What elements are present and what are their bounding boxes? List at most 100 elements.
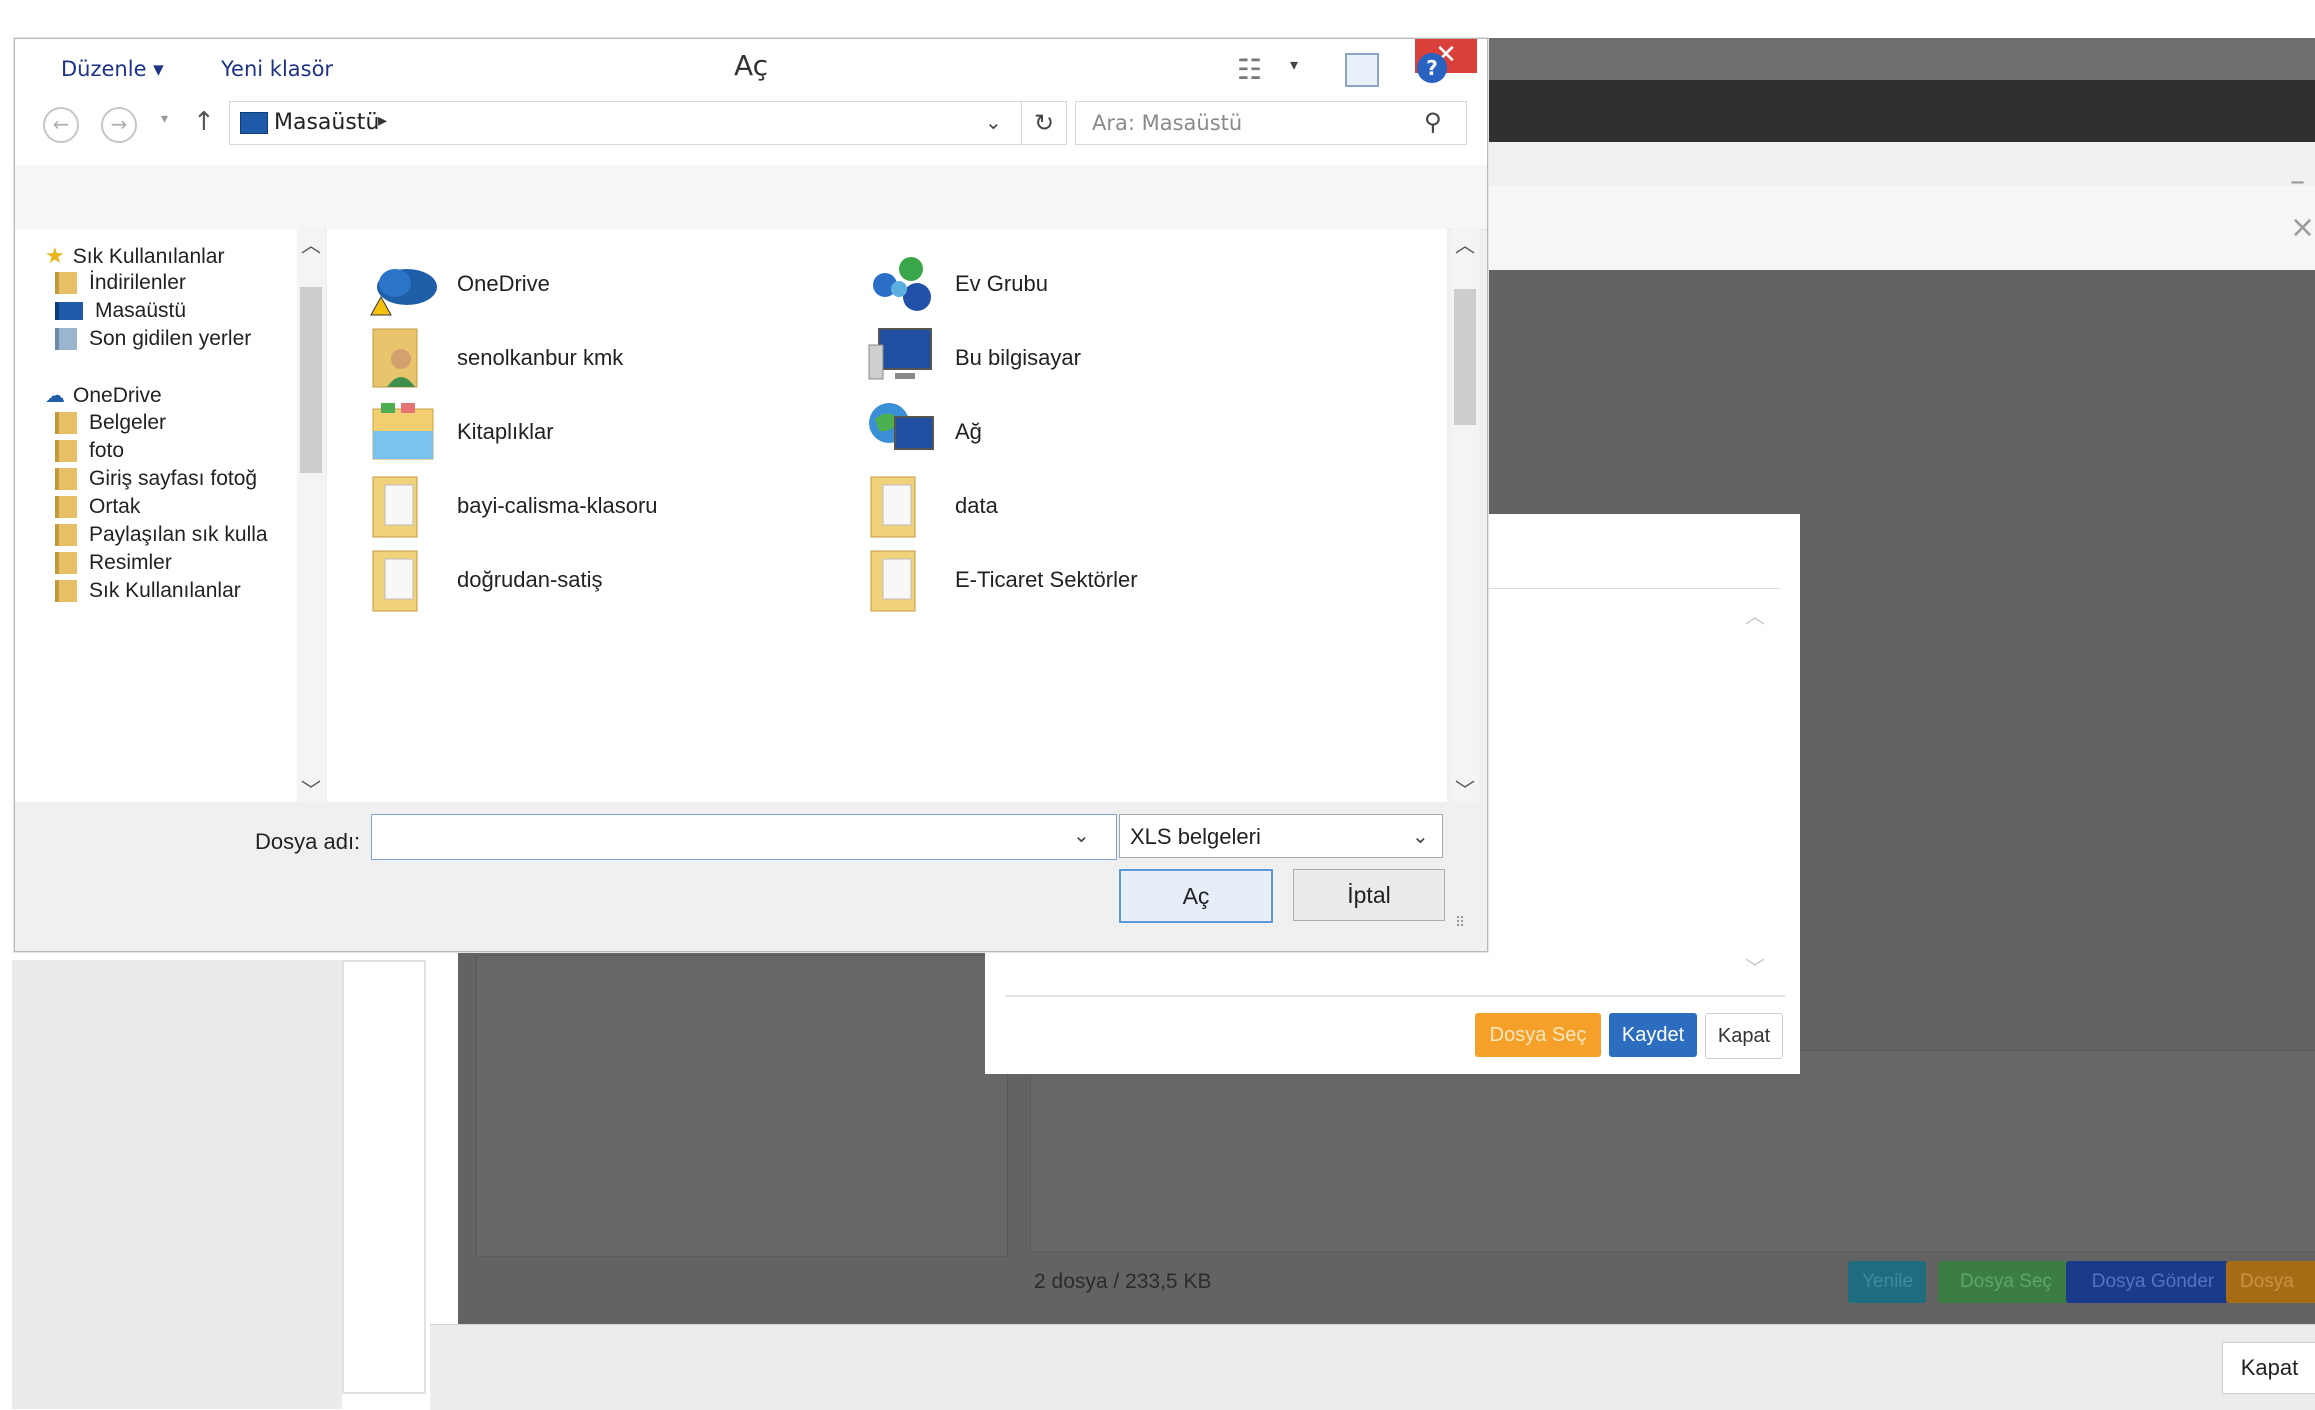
breadcrumb-chevron-icon[interactable]: ▸ bbox=[378, 110, 387, 131]
app-modal-header bbox=[1488, 142, 2315, 187]
nav-item-onedrive[interactable]: ☁ OneDrive bbox=[45, 383, 162, 408]
file-type-value: XLS belgeleri bbox=[1130, 824, 1261, 849]
back-arrow-icon[interactable]: ← bbox=[43, 107, 79, 143]
scroll-up-icon[interactable]: ︿ bbox=[301, 229, 321, 258]
nav-item-label: Son gidilen yerler bbox=[89, 327, 252, 350]
address-bar[interactable]: Masaüstü ▸ ⌄ bbox=[229, 101, 1023, 145]
search-icon[interactable]: ⚲ bbox=[1424, 108, 1442, 136]
onedrive-icon bbox=[370, 269, 437, 316]
change-view-icon[interactable]: ☷ bbox=[1237, 53, 1262, 86]
app-nav-bar bbox=[1488, 80, 2315, 142]
search-placeholder: Ara: Masaüstü bbox=[1092, 111, 1243, 135]
chevron-down-icon[interactable]: ⌄ bbox=[985, 110, 1002, 134]
file-item-folder[interactable]: doğrudan-satiş bbox=[367, 545, 807, 625]
file-item-user-folder[interactable]: senolkanbur kmk bbox=[367, 323, 807, 403]
resize-grip-icon[interactable]: ⠿ bbox=[1455, 915, 1465, 931]
network-icon bbox=[869, 403, 934, 450]
scroll-up-icon[interactable]: ︿ bbox=[1455, 229, 1475, 258]
nav-item-downloads[interactable]: İndirilenler bbox=[55, 271, 186, 295]
preview-pane-icon[interactable] bbox=[1345, 53, 1379, 87]
nav-item-folder[interactable]: foto bbox=[55, 439, 124, 463]
folder-icon bbox=[55, 496, 77, 519]
scroll-down-icon[interactable]: ﹀ bbox=[1745, 952, 1765, 981]
file-item-folder[interactable]: data bbox=[865, 471, 1305, 551]
folder-icon bbox=[55, 552, 77, 575]
desktop-icon bbox=[55, 302, 83, 321]
choose-file-button[interactable]: Dosya Seç bbox=[1475, 1013, 1601, 1057]
file-item-label: Kitaplıklar bbox=[457, 419, 554, 444]
new-folder-button[interactable]: Yeni klasör bbox=[221, 57, 333, 81]
nav-item-folder[interactable]: Sık Kullanılanlar bbox=[55, 579, 241, 603]
app-top-bar bbox=[1488, 38, 2315, 80]
open-button[interactable]: Aç bbox=[1119, 869, 1273, 923]
file-type-select[interactable]: XLS belgeleri ⌄ bbox=[1119, 814, 1443, 858]
nav-item-label: Paylaşılan sık kulla bbox=[89, 523, 268, 546]
folder-icon bbox=[55, 412, 77, 435]
view-options-dropdown-icon[interactable]: ▾ bbox=[1290, 55, 1298, 74]
recent-places-icon bbox=[55, 328, 77, 351]
file-item-network[interactable]: Ağ bbox=[865, 397, 1305, 477]
scroll-down-icon[interactable]: ﹀ bbox=[1455, 774, 1475, 803]
folder-icon bbox=[55, 580, 77, 603]
desktop-icon bbox=[240, 112, 268, 134]
file-item-folder[interactable]: bayi-calisma-klasoru bbox=[367, 471, 807, 551]
send-file-button[interactable]: Dosya Gönder bbox=[2066, 1261, 2240, 1303]
file-item-label: bayi-calisma-klasoru bbox=[457, 493, 658, 518]
nav-item-favorites[interactable]: ★ Sık Kullanılanlar bbox=[45, 243, 224, 269]
forward-arrow-icon[interactable]: → bbox=[101, 107, 137, 143]
folder-icon bbox=[55, 440, 77, 463]
nav-item-recent-places[interactable]: Son gidilen yerler bbox=[55, 327, 251, 351]
recent-locations-icon[interactable]: ▾ bbox=[161, 111, 168, 127]
nav-item-label: Ortak bbox=[89, 495, 141, 518]
app-modal-subheader bbox=[1488, 186, 2315, 270]
downloads-folder-icon bbox=[55, 272, 77, 295]
select-file-button[interactable]: Dosya Seç bbox=[1938, 1261, 2074, 1303]
file-item-onedrive[interactable]: OneDrive bbox=[367, 249, 807, 329]
file-list-panel bbox=[476, 955, 1008, 1257]
file-item-libraries[interactable]: Kitaplıklar bbox=[367, 397, 807, 477]
nav-item-desktop[interactable]: Masaüstü bbox=[55, 299, 186, 323]
scroll-down-icon[interactable]: ﹀ bbox=[301, 774, 321, 803]
nav-scrollbar-thumb[interactable] bbox=[300, 287, 322, 473]
search-input[interactable]: Ara: Masaüstü ⚲ bbox=[1075, 101, 1467, 145]
cancel-button[interactable]: İptal bbox=[1293, 869, 1445, 921]
nav-item-folder[interactable]: Belgeler bbox=[55, 411, 166, 435]
nav-item-label: İndirilenler bbox=[89, 271, 186, 294]
divider bbox=[1005, 995, 1785, 997]
up-arrow-icon[interactable]: ↑ bbox=[193, 107, 215, 137]
nav-item-folder[interactable]: Resimler bbox=[55, 551, 172, 575]
chevron-down-icon[interactable]: ⌄ bbox=[1412, 824, 1429, 848]
libraries-icon bbox=[372, 403, 434, 460]
filename-input[interactable] bbox=[371, 814, 1117, 860]
footer-close-button[interactable]: Kapat bbox=[2222, 1342, 2315, 1394]
file-item-folder[interactable]: E-Ticaret Sektörler bbox=[865, 545, 1305, 625]
save-button[interactable]: Kaydet bbox=[1609, 1013, 1697, 1057]
delete-file-button[interactable]: Dosya Sil bbox=[2226, 1261, 2315, 1303]
scroll-up-icon[interactable]: ︿ bbox=[1745, 600, 1765, 629]
refresh-icon[interactable]: ↻ bbox=[1021, 101, 1067, 145]
help-icon[interactable]: ? bbox=[1417, 53, 1447, 83]
file-item-label: Bu bilgisayar bbox=[955, 345, 1081, 370]
file-list-scrollbar-thumb[interactable] bbox=[1454, 289, 1476, 425]
nav-item-folder[interactable]: Giriş sayfası fotoğ bbox=[55, 467, 257, 491]
organize-button[interactable]: Düzenle ▾ bbox=[61, 57, 164, 81]
file-item-label: Ev Grubu bbox=[955, 271, 1048, 296]
close-icon[interactable]: × bbox=[2290, 210, 2315, 245]
refresh-button[interactable]: Yenile bbox=[1848, 1261, 1926, 1303]
computer-icon bbox=[868, 328, 932, 380]
file-item-this-pc[interactable]: Bu bilgisayar bbox=[865, 323, 1305, 403]
file-count-status: 2 dosya / 233,5 KB bbox=[1034, 1270, 1212, 1293]
nav-item-label: Masaüstü bbox=[95, 299, 187, 322]
filename-label: Dosya adı: bbox=[255, 829, 361, 854]
nav-item-folder[interactable]: Ortak bbox=[55, 495, 140, 519]
file-item-label: data bbox=[955, 493, 998, 518]
close-button[interactable]: Kapat bbox=[1705, 1013, 1783, 1059]
nav-item-label: Sık Kullanılanlar bbox=[89, 579, 241, 602]
file-item-label: Ağ bbox=[955, 419, 982, 444]
nav-item-folder[interactable]: Paylaşılan sık kulla bbox=[55, 523, 268, 547]
navigation-pane: ★ Sık Kullanılanlar İndirilenler Masaüstü… bbox=[15, 229, 325, 802]
file-item-label: senolkanbur kmk bbox=[457, 345, 624, 370]
file-item-homegroup[interactable]: Ev Grubu bbox=[865, 249, 1305, 329]
address-breadcrumb[interactable]: Masaüstü bbox=[274, 110, 379, 135]
chevron-down-icon[interactable]: ⌄ bbox=[1073, 823, 1090, 847]
